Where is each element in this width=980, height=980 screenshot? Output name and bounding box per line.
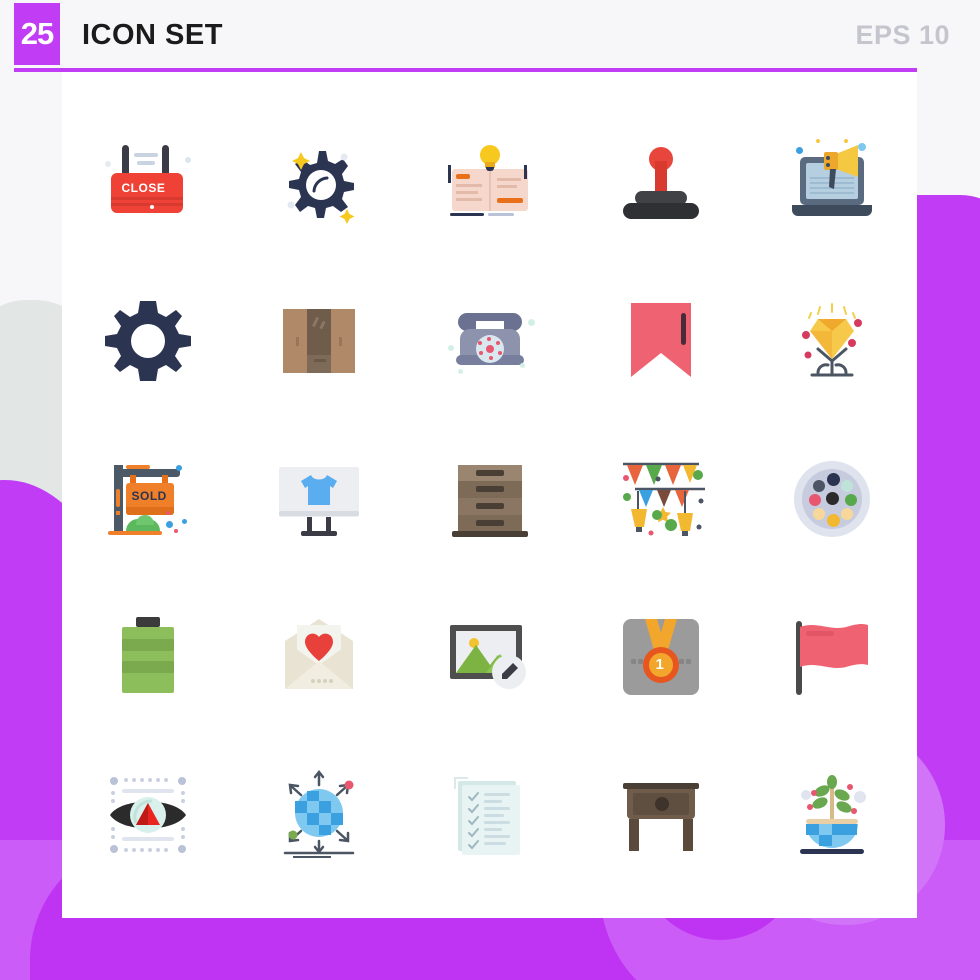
icon-grid-card: CLOSE SOLD 1 <box>62 70 917 918</box>
drawer-chest-icon <box>442 451 538 547</box>
icon-cell-knowledge[interactable] <box>404 104 575 262</box>
icon-cell-diamond-value[interactable] <box>746 262 917 420</box>
joystick-icon <box>613 135 709 231</box>
image-edit-icon <box>442 609 538 705</box>
vision-eye-icon <box>100 767 196 863</box>
icon-cell-first-place-medal[interactable]: 1 <box>575 578 746 736</box>
icon-cell-checklist[interactable] <box>404 736 575 894</box>
bookmark-icon <box>613 293 709 389</box>
close-sign-icon: CLOSE <box>100 135 196 231</box>
icon-cell-close-sign[interactable]: CLOSE <box>62 104 233 262</box>
icon-cell-image-edit[interactable] <box>404 578 575 736</box>
icon-cell-global-network[interactable] <box>233 736 404 894</box>
diamond-stand-icon <box>784 293 880 389</box>
icon-cell-sold-sign[interactable]: SOLD <box>62 420 233 578</box>
knowledge-book-icon <box>442 135 538 231</box>
laptop-megaphone-icon <box>784 135 880 231</box>
party-decoration-icon <box>613 451 709 547</box>
icon-cell-flag[interactable] <box>746 578 917 736</box>
icon-cell-party-decoration[interactable] <box>575 420 746 578</box>
icon-cell-digital-marketing[interactable] <box>746 104 917 262</box>
settings-gear-icon <box>271 135 367 231</box>
flag-icon <box>784 609 880 705</box>
icon-cell-love-letter[interactable] <box>233 578 404 736</box>
icon-cell-telephone[interactable] <box>404 262 575 420</box>
header-divider <box>14 68 917 72</box>
battery-full-icon <box>100 609 196 705</box>
page-title: ICON SET <box>82 18 223 51</box>
icon-cell-nightstand[interactable] <box>575 736 746 894</box>
header-bar: 25 ICON SET EPS 10 <box>0 0 980 70</box>
icon-cell-bookmark[interactable] <box>575 262 746 420</box>
gear-icon <box>100 293 196 389</box>
telephone-icon <box>442 293 538 389</box>
tshirt-board-icon <box>271 451 367 547</box>
icon-cell-tshirt-board[interactable] <box>233 420 404 578</box>
icon-cell-settings[interactable] <box>233 104 404 262</box>
paint-palette-icon <box>784 451 880 547</box>
icon-count-badge: 25 <box>14 3 60 65</box>
global-network-icon <box>271 767 367 863</box>
icon-cell-paint-palette[interactable] <box>746 420 917 578</box>
icon-cell-global-growth[interactable] <box>746 736 917 894</box>
icon-cell-battery[interactable] <box>62 578 233 736</box>
icon-cell-joystick[interactable] <box>575 104 746 262</box>
checklist-icon <box>442 767 538 863</box>
sold-sign-icon: SOLD <box>100 451 196 547</box>
nightstand-icon <box>613 767 709 863</box>
icon-cell-wardrobe[interactable] <box>233 262 404 420</box>
icon-cell-gear[interactable] <box>62 262 233 420</box>
first-place-medal-icon: 1 <box>613 609 709 705</box>
icon-cell-drawer-chest[interactable] <box>404 420 575 578</box>
love-letter-icon <box>271 609 367 705</box>
format-label: EPS 10 <box>855 19 950 50</box>
icon-cell-vision-eye[interactable] <box>62 736 233 894</box>
wardrobe-icon <box>271 293 367 389</box>
global-growth-icon <box>784 767 880 863</box>
icon-grid: CLOSE SOLD 1 <box>62 104 917 894</box>
